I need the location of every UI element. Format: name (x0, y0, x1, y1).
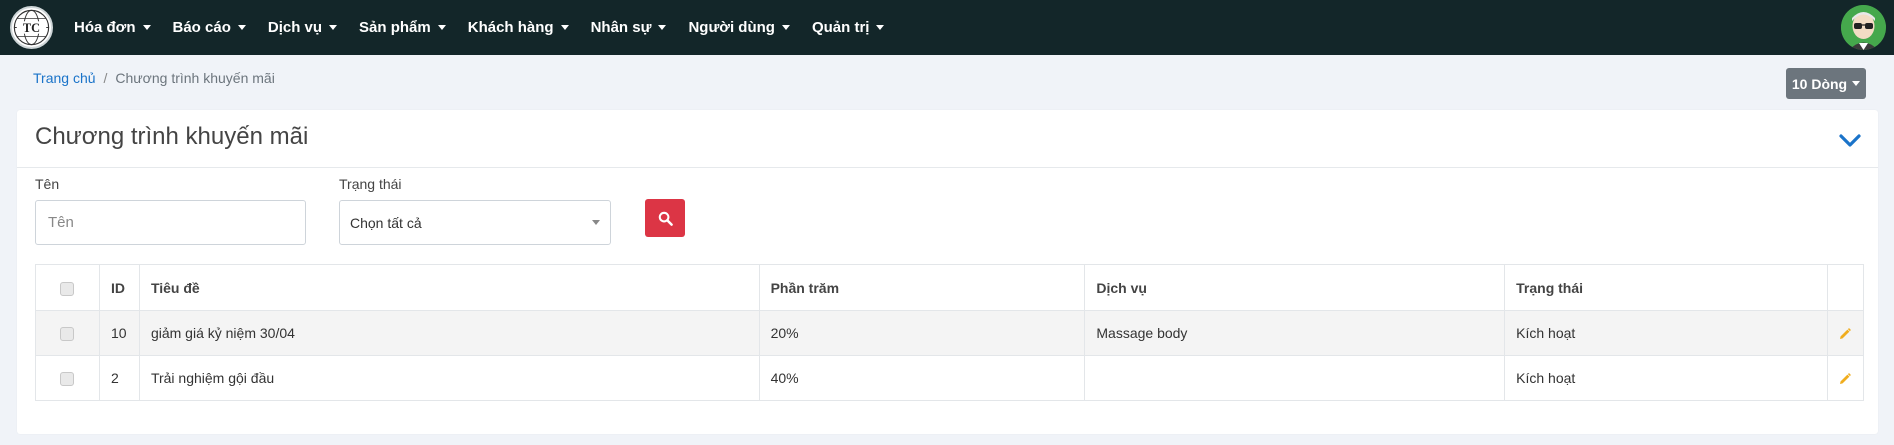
cell-status: Kích hoạt (1504, 355, 1828, 401)
cell-title: Trải nghiệm gội đầu (138, 355, 760, 401)
menu-item-label: Nhân sự (590, 19, 652, 36)
cell-title: giảm giá kỷ niệm 30/04 (138, 310, 760, 356)
menu-item-reports[interactable]: Báo cáo (173, 19, 246, 36)
chevron-down-icon[interactable] (1838, 128, 1862, 152)
breadcrumb: Trang chủ / Chương trình khuyến mãi (33, 70, 275, 86)
user-avatar-icon (1841, 5, 1886, 50)
rows-per-page-label: 10 Dòng (1791, 75, 1848, 92)
page-title: Chương trình khuyến mãi (35, 123, 309, 150)
menu-item-products[interactable]: Sản phẩm (359, 19, 446, 36)
svg-text:TC: TC (23, 21, 40, 35)
cell-service: Massage body (1084, 310, 1506, 356)
column-header-title[interactable]: Tiêu đề (138, 264, 760, 311)
pencil-icon[interactable] (1839, 328, 1852, 340)
search-button[interactable] (645, 199, 685, 237)
table-row[interactable]: 2 Trải nghiệm gội đầu 40% Kích hoạt (35, 355, 1865, 401)
promotion-card: Chương trình khuyến mãi Tên Trạng thái C… (17, 110, 1878, 434)
menu-item-users[interactable]: Người dùng (688, 19, 790, 36)
card-header: Chương trình khuyến mãi (17, 110, 1878, 168)
caret-down-icon (237, 25, 246, 30)
pencil-icon[interactable] (1839, 373, 1852, 385)
column-header-actions (1826, 264, 1865, 311)
caret-down-icon (142, 25, 151, 30)
row-checkbox[interactable] (60, 372, 75, 387)
menu-item-customers[interactable]: Khách hàng (468, 19, 569, 36)
cell-percent: 40% (758, 355, 1086, 401)
name-filter-input[interactable] (35, 200, 306, 245)
breadcrumb-current: Chương trình khuyến mãi (115, 70, 275, 86)
menu-item-label: Báo cáo (172, 19, 231, 36)
menu-item-label: Quản trị (811, 19, 870, 36)
rows-per-page-dropdown[interactable]: 10 Dòng (1786, 68, 1866, 99)
main-menu: Hóa đơn Báo cáo Dịch vụ Sản phẩm Khách h… (74, 0, 906, 55)
menu-item-label: Hóa đơn (74, 19, 136, 36)
menu-item-label: Dịch vụ (267, 19, 323, 36)
caret-down-icon (658, 25, 667, 30)
row-actions-cell (1826, 310, 1865, 356)
table-header-row: ID Tiêu đề Phần trăm Dịch vụ Trạng thái (35, 264, 1865, 311)
row-actions-cell (1826, 355, 1865, 401)
select-all-checkbox[interactable] (60, 281, 75, 296)
table-row[interactable]: 10 giảm giá kỷ niệm 30/04 20% Massage bo… (35, 310, 1865, 356)
name-filter-label: Tên (35, 176, 60, 192)
column-header-service[interactable]: Dịch vụ (1084, 264, 1506, 311)
caret-down-icon (592, 220, 600, 225)
column-header-id[interactable]: ID (98, 264, 140, 311)
caret-down-icon (560, 25, 569, 30)
menu-item-label: Sản phẩm (359, 19, 431, 36)
cell-id: 2 (98, 355, 140, 401)
menu-item-label: Người dùng (688, 19, 775, 36)
status-filter-value: Chọn tất cả (350, 214, 422, 231)
menu-item-invoices[interactable]: Hóa đơn (74, 19, 151, 36)
menu-item-admin[interactable]: Quản trị (812, 19, 885, 36)
brand-logo[interactable]: TC (10, 6, 53, 49)
menu-item-services[interactable]: Dịch vụ (267, 19, 338, 36)
column-header-percent[interactable]: Phần trăm (758, 264, 1086, 311)
breadcrumb-separator: / (103, 70, 108, 86)
row-select-cell (35, 355, 100, 401)
user-avatar[interactable] (1841, 5, 1886, 50)
cell-service (1084, 355, 1506, 401)
row-select-cell (35, 310, 100, 356)
row-checkbox[interactable] (60, 327, 75, 342)
caret-down-icon (876, 25, 885, 30)
select-all-cell (35, 264, 100, 311)
cell-status: Kích hoạt (1504, 310, 1828, 356)
cell-percent: 20% (758, 310, 1086, 356)
menu-item-label: Khách hàng (467, 19, 554, 36)
promotion-table: ID Tiêu đề Phần trăm Dịch vụ Trạng thái … (35, 264, 1865, 401)
breadcrumb-home-link[interactable]: Trang chủ (33, 70, 96, 86)
status-filter-select[interactable]: Chọn tất cả (339, 200, 611, 245)
cell-id: 10 (98, 310, 140, 356)
caret-down-icon (437, 25, 446, 30)
top-navbar: TC Hóa đơn Báo cáo Dịch vụ Sản phẩm Khác… (0, 0, 1894, 55)
caret-down-icon (329, 25, 338, 30)
search-icon (658, 211, 673, 226)
globe-logo-icon: TC (13, 9, 50, 46)
menu-item-staff[interactable]: Nhân sự (591, 19, 667, 36)
caret-down-icon (781, 25, 790, 30)
column-header-status[interactable]: Trạng thái (1504, 264, 1828, 311)
status-filter-label: Trạng thái (339, 176, 402, 192)
caret-down-icon (1852, 81, 1861, 86)
